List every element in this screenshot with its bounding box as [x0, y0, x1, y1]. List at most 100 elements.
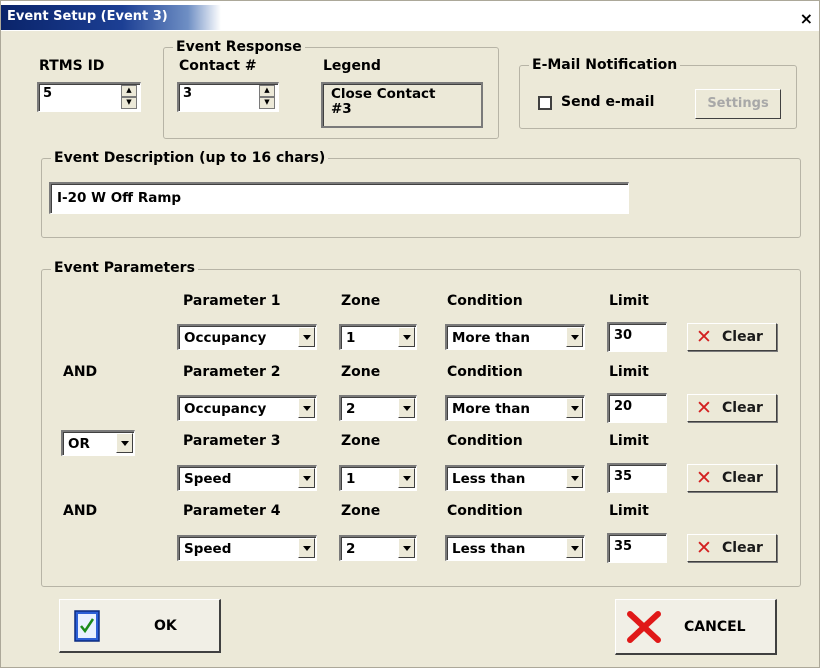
condition-header: Condition [447, 503, 523, 519]
clear-row-1-button[interactable]: ✕ Clear [687, 323, 777, 351]
zone-header: Zone [341, 293, 381, 309]
chevron-down-icon[interactable] [298, 538, 315, 558]
cancel-button[interactable]: CANCEL [615, 599, 777, 655]
clear-x-icon: ✕ [696, 467, 712, 489]
parameter-4-select[interactable]: Speed [177, 535, 317, 561]
contact-number-label: Contact # [179, 58, 257, 74]
logic-and-1: AND [63, 364, 98, 380]
parameter-3-header: Parameter 3 [183, 433, 281, 449]
chevron-down-icon[interactable] [298, 398, 315, 418]
zone-4-select[interactable]: 2 [339, 535, 417, 561]
condition-2-value: More than [452, 401, 531, 417]
limit-1-field[interactable]: 30 [607, 322, 667, 352]
clear-label: Clear [722, 329, 763, 345]
contact-number-value: 3 [183, 86, 193, 101]
event-description-input[interactable]: I-20 W Off Ramp [49, 182, 629, 214]
ok-button[interactable]: OK [59, 599, 221, 653]
logic-operator-value: OR [68, 436, 90, 452]
parameter-3-value: Speed [184, 471, 232, 487]
spin-up-icon[interactable]: ▲ [259, 85, 275, 97]
limit-header: Limit [609, 433, 649, 449]
condition-header: Condition [447, 293, 523, 309]
rtms-id-label: RTMS ID [39, 58, 105, 74]
zone-2-select[interactable]: 2 [339, 395, 417, 421]
legend-line-1: Close Contact [331, 86, 436, 102]
event-setup-dialog: Event Setup (Event 3) × RTMS ID 5 ▲ ▼ Eve… [0, 0, 820, 668]
parameter-2-value: Occupancy [184, 401, 267, 417]
logic-and-2: AND [63, 503, 98, 519]
title-bar: Event Setup (Event 3) × [1, 1, 819, 31]
chevron-down-icon[interactable] [116, 433, 133, 453]
settings-button[interactable]: Settings [695, 89, 781, 119]
chevron-down-icon[interactable] [398, 468, 415, 488]
condition-1-value: More than [452, 330, 531, 346]
chevron-down-icon[interactable] [298, 468, 315, 488]
zone-3-select[interactable]: 1 [339, 465, 417, 491]
condition-3-select[interactable]: Less than [445, 465, 585, 491]
zone-header: Zone [341, 503, 381, 519]
zone-1-select[interactable]: 1 [339, 324, 417, 350]
zone-header: Zone [341, 364, 381, 380]
zone-3-value: 1 [346, 471, 356, 487]
chevron-down-icon[interactable] [398, 327, 415, 347]
limit-3-value: 35 [614, 469, 633, 484]
clear-row-3-button[interactable]: ✕ Clear [687, 464, 777, 492]
parameter-1-value: Occupancy [184, 330, 267, 346]
condition-2-select[interactable]: More than [445, 395, 585, 421]
spin-up-icon[interactable]: ▲ [121, 85, 137, 97]
limit-2-field[interactable]: 20 [607, 393, 667, 423]
condition-3-value: Less than [452, 471, 526, 487]
chevron-down-icon[interactable] [398, 538, 415, 558]
limit-4-value: 35 [614, 539, 633, 554]
condition-4-select[interactable]: Less than [445, 535, 585, 561]
condition-1-select[interactable]: More than [445, 324, 585, 350]
parameter-3-select[interactable]: Speed [177, 465, 317, 491]
limit-3-field[interactable]: 35 [607, 463, 667, 493]
rtms-id-value: 5 [43, 86, 53, 101]
chevron-down-icon[interactable] [566, 398, 583, 418]
zone-1-value: 1 [346, 330, 356, 346]
parameter-4-value: Speed [184, 541, 232, 557]
clear-row-4-button[interactable]: ✕ Clear [687, 534, 777, 562]
send-email-label[interactable]: Send e-mail [561, 94, 654, 110]
limit-2-value: 20 [614, 399, 633, 414]
zone-4-value: 2 [346, 541, 356, 557]
condition-header: Condition [447, 364, 523, 380]
chevron-down-icon[interactable] [298, 327, 315, 347]
email-notification-label: E-Mail Notification [529, 57, 681, 73]
event-description-value: I-20 W Off Ramp [57, 190, 182, 206]
legend-display: Close Contact #3 [321, 82, 483, 128]
limit-header: Limit [609, 364, 649, 380]
clear-row-2-button[interactable]: ✕ Clear [687, 394, 777, 422]
spin-down-icon[interactable]: ▼ [121, 97, 137, 109]
clear-x-icon: ✕ [696, 326, 712, 348]
event-description-label: Event Description (up to 16 chars) [51, 150, 329, 166]
chevron-down-icon[interactable] [566, 468, 583, 488]
condition-4-value: Less than [452, 541, 526, 557]
limit-1-value: 30 [614, 328, 633, 343]
parameter-2-header: Parameter 2 [183, 364, 281, 380]
parameter-1-select[interactable]: Occupancy [177, 324, 317, 350]
limit-4-field[interactable]: 35 [607, 533, 667, 563]
parameter-2-select[interactable]: Occupancy [177, 395, 317, 421]
close-icon[interactable]: × [800, 11, 813, 27]
checklist-icon [74, 610, 100, 642]
event-response-label: Event Response [173, 39, 305, 55]
chevron-down-icon[interactable] [566, 327, 583, 347]
spin-down-icon[interactable]: ▼ [259, 97, 275, 109]
zone-2-value: 2 [346, 401, 356, 417]
legend-line-2: #3 [331, 101, 352, 117]
chevron-down-icon[interactable] [398, 398, 415, 418]
parameter-1-header: Parameter 1 [183, 293, 281, 309]
logic-operator-select[interactable]: OR [61, 430, 135, 456]
chevron-down-icon[interactable] [566, 538, 583, 558]
rtms-id-spinner[interactable]: ▲ ▼ [121, 85, 137, 109]
limit-header: Limit [609, 293, 649, 309]
clear-x-icon: ✕ [696, 397, 712, 419]
legend-label: Legend [323, 58, 381, 74]
contact-number-spinner[interactable]: ▲ ▼ [259, 85, 275, 109]
clear-label: Clear [722, 470, 763, 486]
send-email-checkbox[interactable] [538, 96, 552, 110]
clear-label: Clear [722, 540, 763, 556]
cancel-label: CANCEL [684, 619, 746, 635]
